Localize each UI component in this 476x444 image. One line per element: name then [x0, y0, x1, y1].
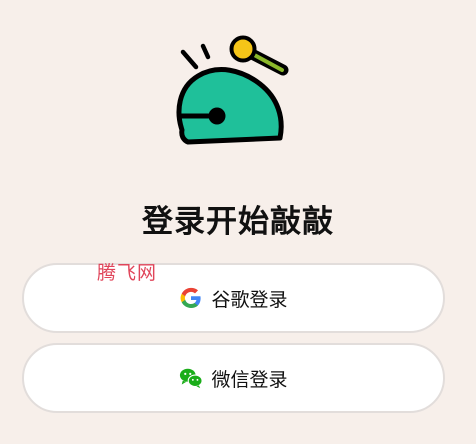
- wechat-login-button[interactable]: 微信登录: [22, 343, 445, 413]
- wechat-login-label: 微信登录: [211, 368, 288, 391]
- wechat-icon: [179, 366, 204, 390]
- google-login-label: 谷歌登录: [211, 288, 288, 311]
- watermark-text: 腾飞网: [97, 262, 158, 284]
- google-login-button[interactable]: 谷歌登录: [22, 263, 445, 333]
- page-title: 登录开始敲敲: [142, 204, 334, 240]
- google-icon: [179, 286, 203, 310]
- app-logo-icon: [176, 35, 289, 145]
- login-screen: 登录开始敲敲 谷歌登录 微信登录 腾飞网: [0, 0, 476, 444]
